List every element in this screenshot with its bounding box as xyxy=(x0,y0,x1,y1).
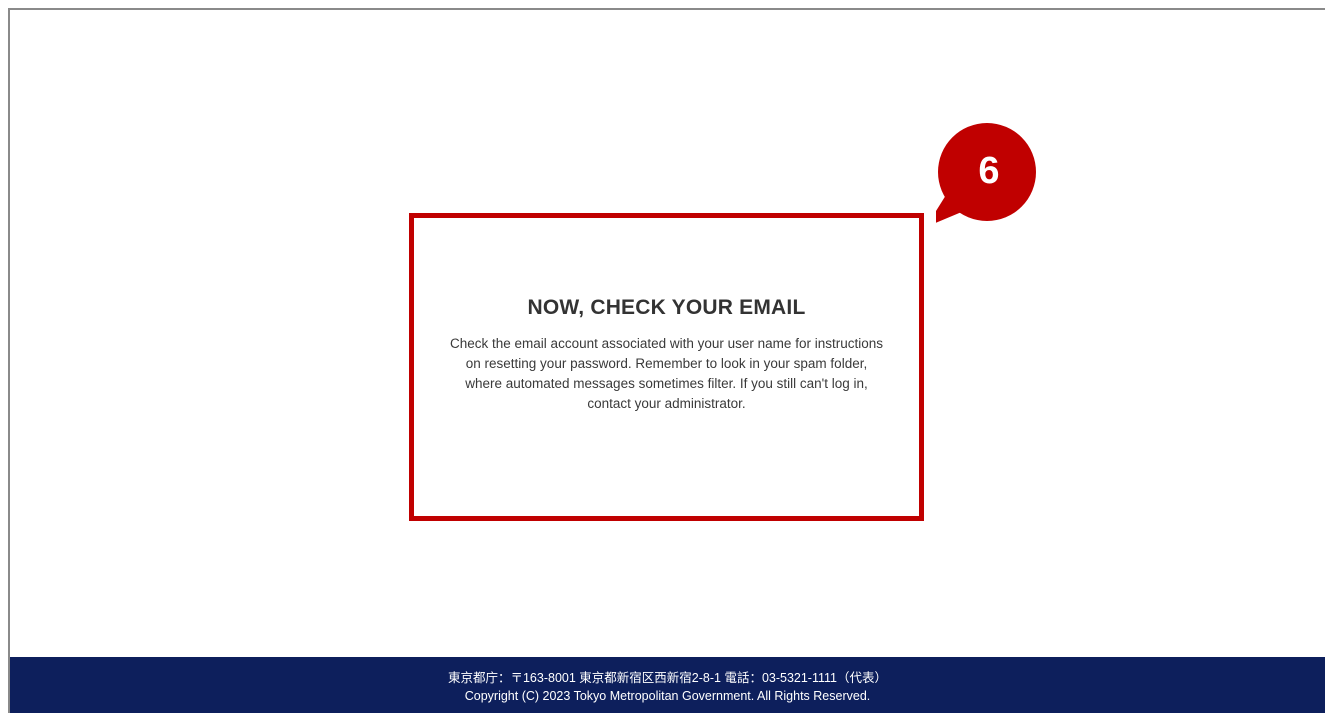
site-footer: 東京都庁：〒163-8001 東京都新宿区西新宿2-8-1 電話：03-5321… xyxy=(10,657,1325,713)
page-title: NOW, CHECK YOUR EMAIL xyxy=(527,296,806,319)
step-callout: 6 xyxy=(926,123,1038,227)
instructions-message: Check the email account associated with … xyxy=(450,336,883,411)
step-number: 6 xyxy=(978,149,1000,192)
footer-copyright: Copyright (C) 2023 Tokyo Metropolitan Go… xyxy=(464,689,871,703)
check-email-panel: NOW, CHECK YOUR EMAIL Check the email ac… xyxy=(409,213,924,521)
footer-address: 東京都庁：〒163-8001 東京都新宿区西新宿2-8-1 電話：03-5321… xyxy=(447,671,887,685)
